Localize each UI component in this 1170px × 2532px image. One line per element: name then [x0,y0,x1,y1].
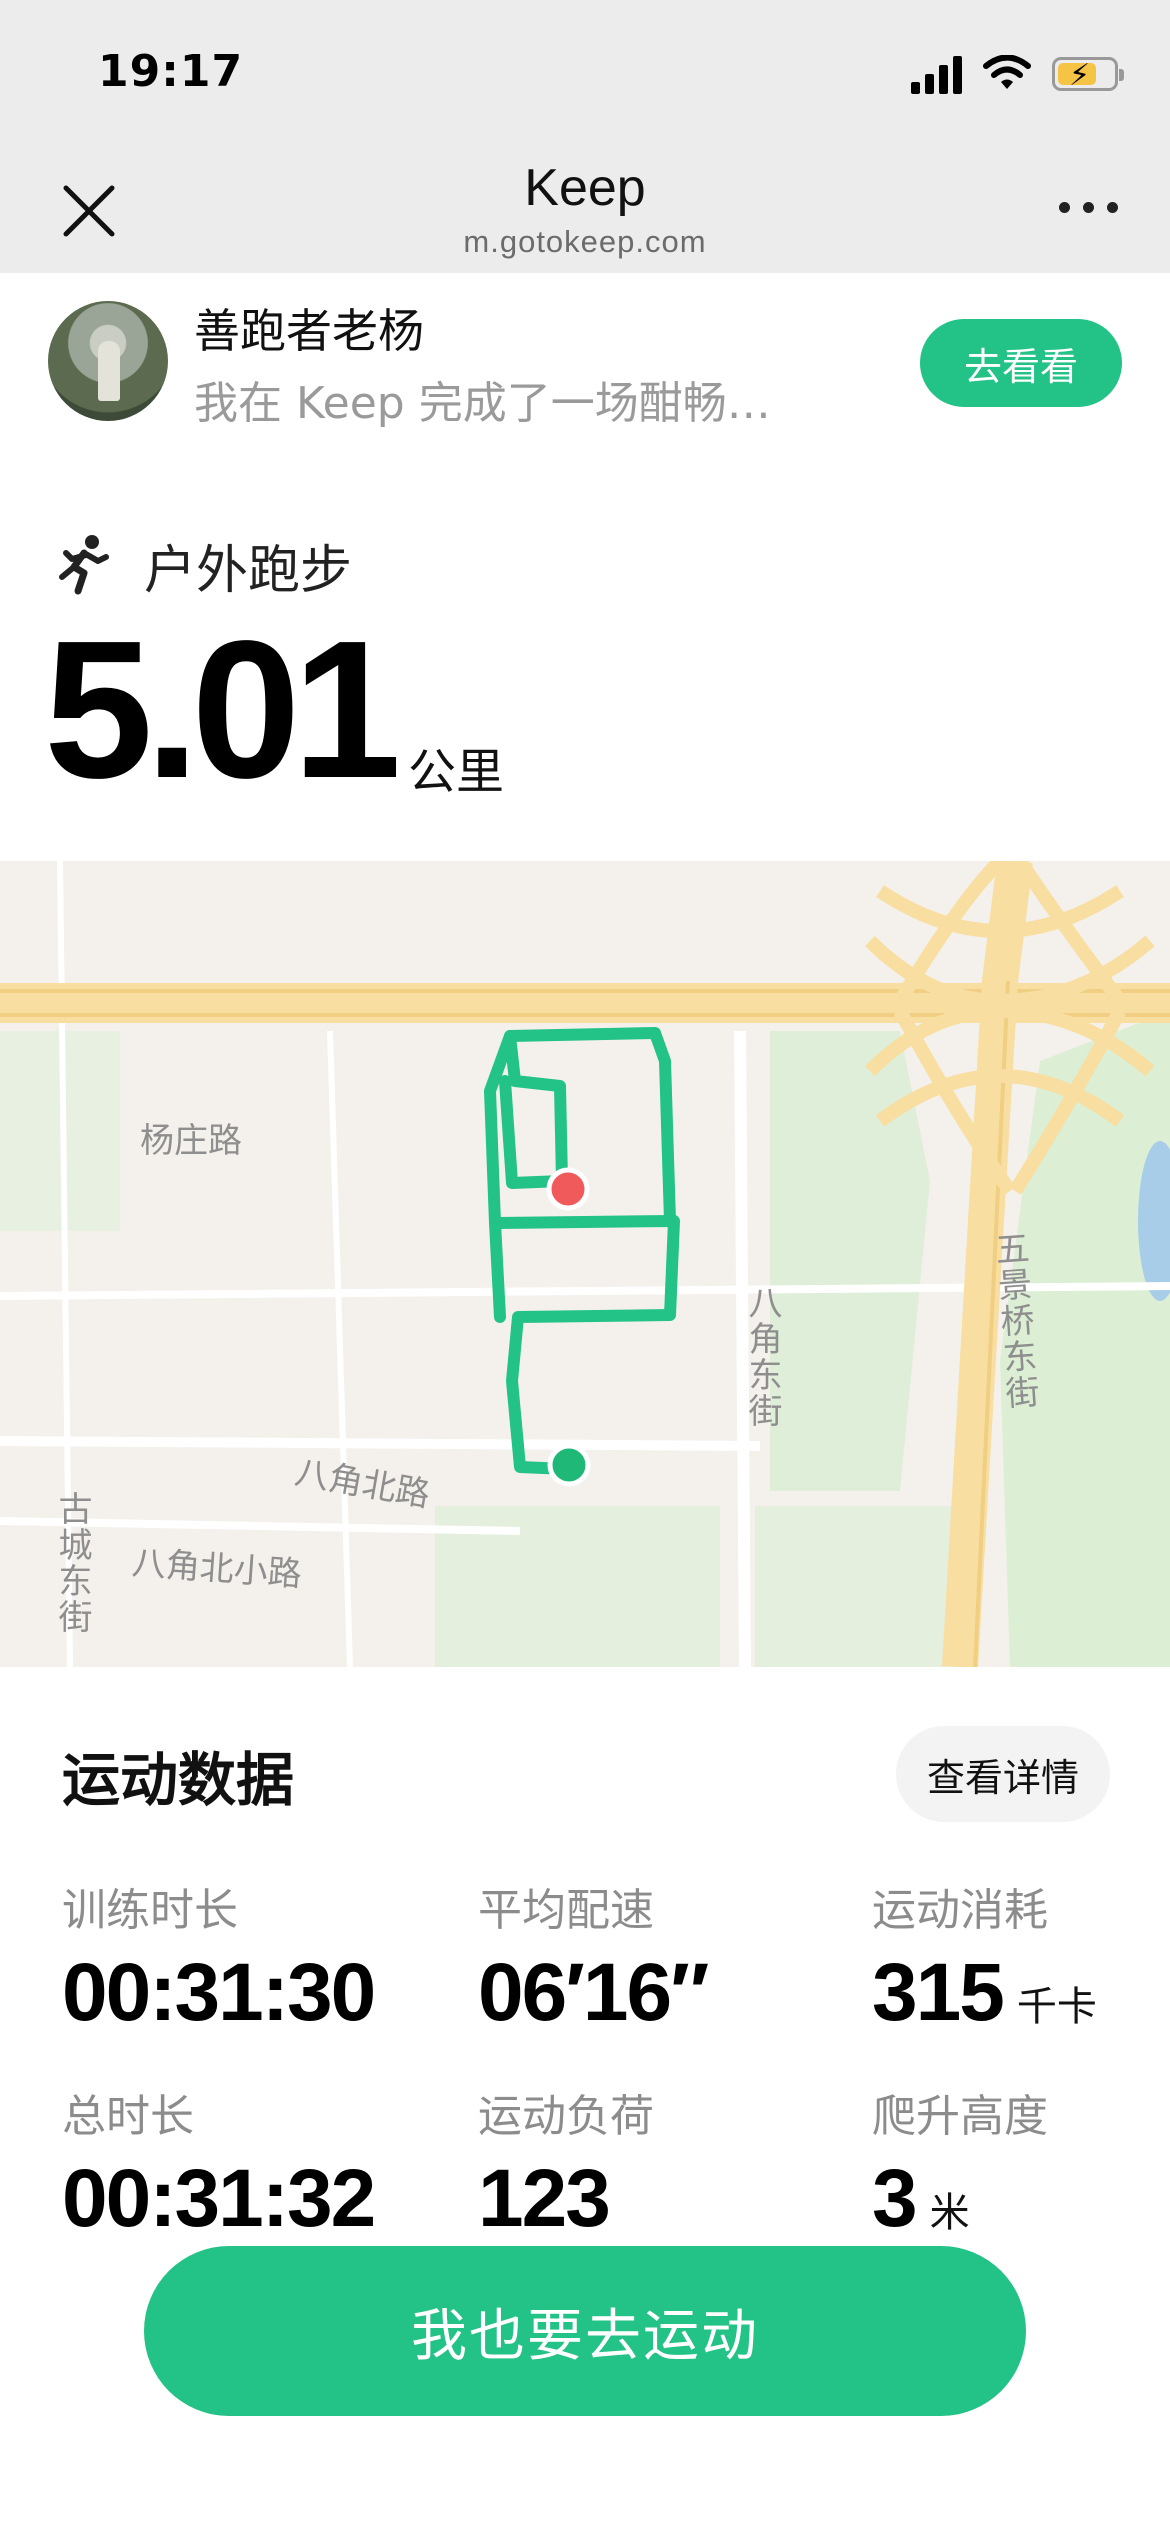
stat-training-load: 运动负荷 123 [478,2091,654,2244]
stat-elevation-gain: 爬升高度 3米 [872,2091,1048,2244]
stat-total-duration: 总时长 00:31:32 [62,2091,376,2244]
running-icon [59,535,109,595]
status-bar: 19:17 ⚡ [0,0,1170,150]
page-url: m.gotokeep.com [463,224,707,259]
share-header: 善跑者老杨 我在 Keep 完成了一场酣畅… 去看看 [0,273,1170,453]
running-route [484,1027,680,1475]
wifi-icon [983,55,1031,89]
stat-average-pace: 平均配速 06′16″ [478,1885,709,2038]
battery-icon: ⚡ [1052,57,1124,93]
stats-title: 运动数据 [62,1746,295,1814]
view-button[interactable]: 去看看 [920,319,1122,407]
more-options-icon[interactable] [1059,202,1118,213]
stat-training-duration: 训练时长 00:31:30 [62,1885,376,2038]
route-map[interactable]: 杨庄路 八角北路 八角北小路 八角东街 古城东街 五景桥东街 [0,861,1170,1667]
map-label-bajiao-east: 八角东街 [742,1285,782,1429]
status-time: 19:17 [98,46,244,97]
view-details-button[interactable]: 查看详情 [896,1726,1110,1822]
distance-unit: 公里 [408,744,505,800]
map-label-gucheng-east: 古城东街 [52,1491,92,1635]
status-icons: ⚡ [911,48,1124,100]
browser-nav-bar: Keep m.gotokeep.com [0,150,1170,274]
activity-header: 户外跑步 [54,525,352,605]
user-name: 善跑者老杨 [194,304,424,358]
activity-type: 户外跑步 [144,540,353,601]
page-title: Keep [524,159,646,217]
share-message: 我在 Keep 完成了一场酣畅… [194,378,771,429]
distance-value: 5.01 [44,600,401,819]
map-label-yangzhuang: 杨庄路 [140,1121,242,1161]
stat-calories: 运动消耗 315 千卡 [872,1885,1097,2038]
route-start-marker [547,1443,591,1487]
route-end-marker [546,1167,590,1211]
cellular-signal-icon [911,54,962,94]
avatar[interactable] [48,301,168,421]
start-exercise-button[interactable]: 我也要去运动 [144,2246,1026,2416]
